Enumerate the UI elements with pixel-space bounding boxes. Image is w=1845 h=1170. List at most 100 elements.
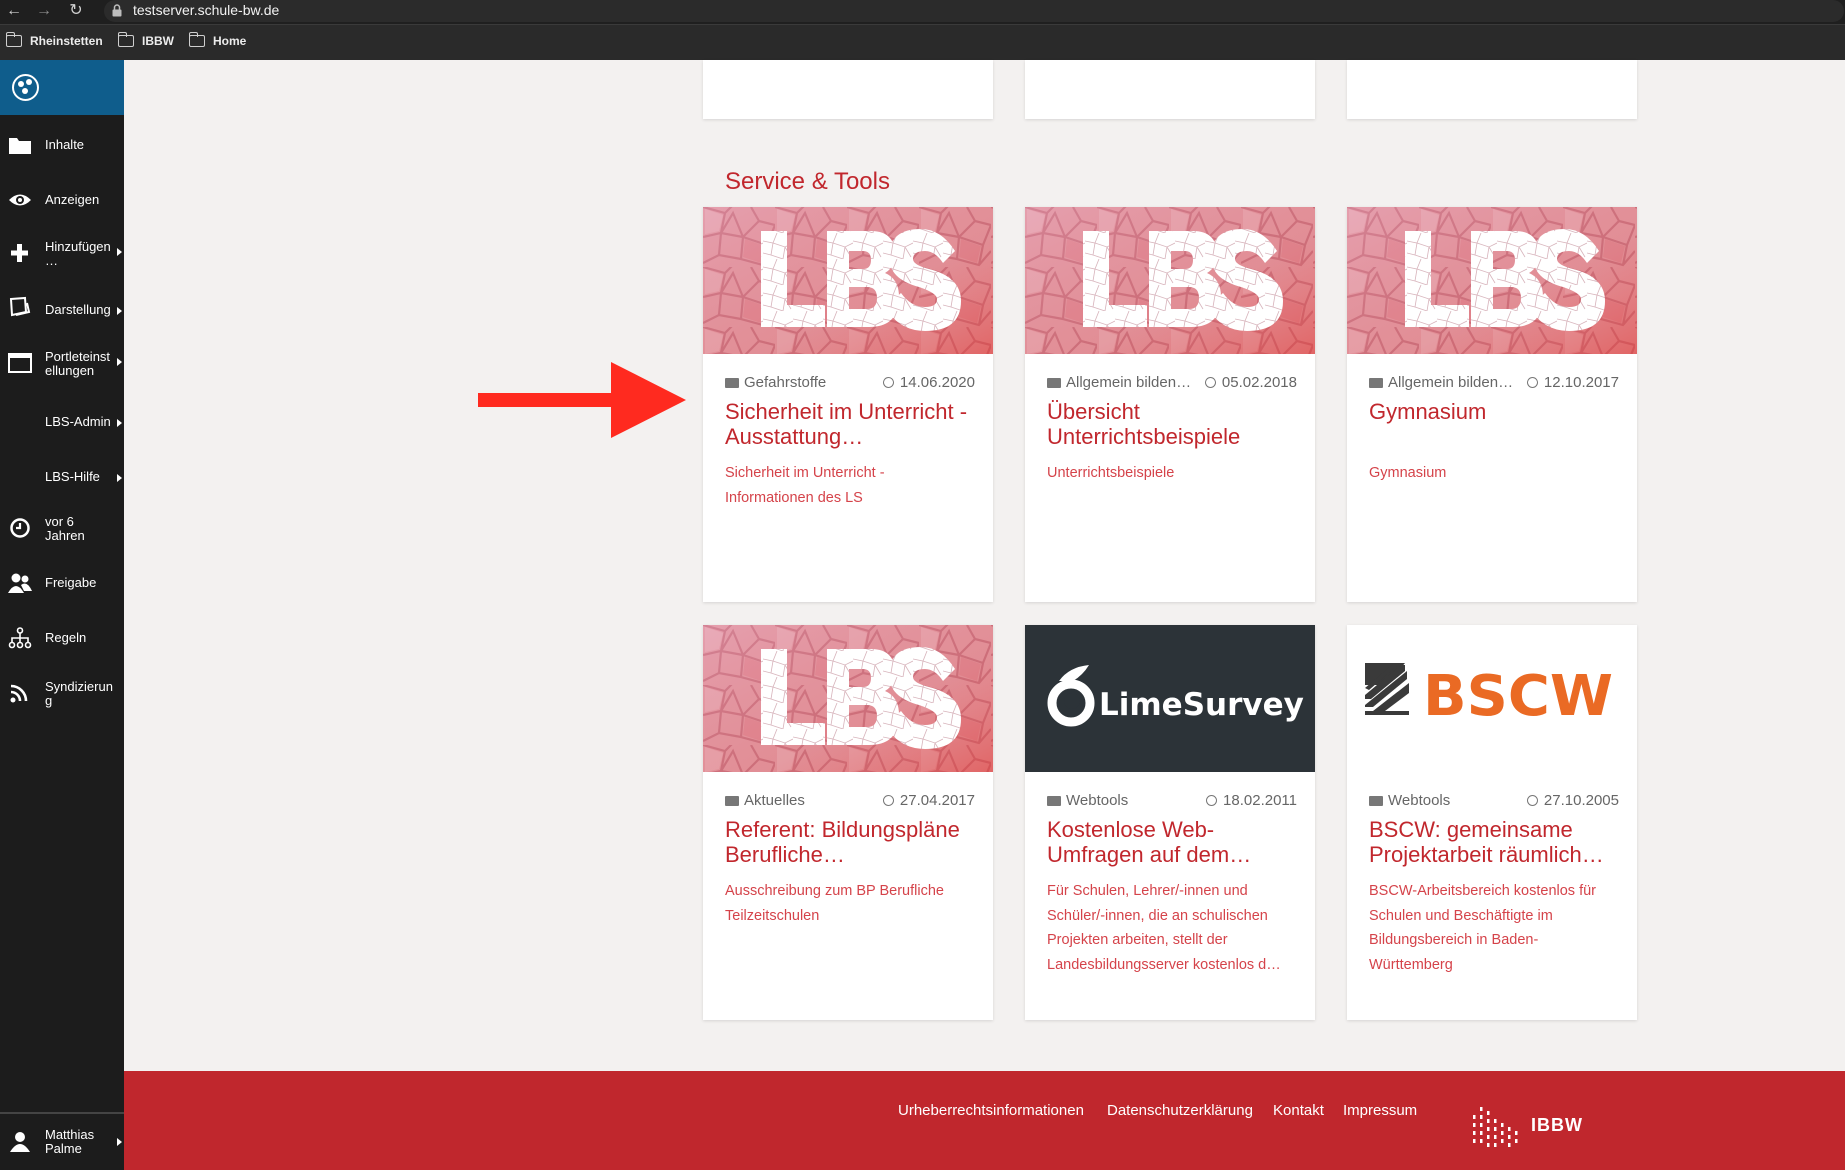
bookmark-rheinstetten[interactable]: Rheinstetten	[6, 32, 103, 48]
lbs-logo-image	[703, 207, 993, 354]
date-label: 12.10.2017	[1526, 374, 1619, 391]
toolbar-item-lbs-admin[interactable]: LBS-Admin	[0, 395, 124, 445]
toolbar-item-hinzufuegen[interactable]: Hinzufügen …	[0, 228, 124, 278]
annotation-arrow	[478, 362, 686, 438]
footer-link-urheberrecht[interactable]: Urheberrechtsinformationen	[898, 1102, 1084, 1119]
bookmark-ibbw[interactable]: IBBW	[118, 32, 174, 48]
toolbar-item-label: Syndizierun g	[45, 679, 113, 708]
ibbw-logo-text[interactable]: IBBW	[1531, 1115, 1583, 1136]
ibbw-logo-icon[interactable]	[1471, 1101, 1525, 1151]
toolbar-item-history[interactable]: vor 6 Jahren	[0, 505, 124, 555]
card-image-bscw[interactable]: BSCW	[1347, 625, 1637, 772]
card-image-lbs[interactable]	[1347, 207, 1637, 354]
card-image-lbs[interactable]	[1025, 207, 1315, 354]
card-title[interactable]: BSCW: gemeinsame Projektarbeit räumlich…	[1369, 817, 1619, 867]
forward-icon[interactable]: →	[34, 1, 54, 21]
limesurvey-logo-image: LimeSurvey	[1047, 665, 1304, 727]
footer-link-impressum[interactable]: Impressum	[1343, 1102, 1417, 1119]
card-item[interactable]: Allgemein bildend… 05.02.2018 Übersicht …	[1025, 207, 1315, 602]
browser-topbar: ← → ↻ testserver.schule-bw.de	[0, 0, 1845, 24]
card-title[interactable]: Referent: Bildungspläne Berufliche…	[725, 817, 975, 867]
category-label[interactable]: Allgemein bildend…	[1369, 374, 1519, 391]
plone-logo-icon	[12, 74, 39, 101]
bookmarks-bar: Rheinstetten IBBW Home	[0, 24, 1845, 60]
card-meta: Webtools 18.02.2011	[1047, 792, 1297, 810]
plone-toolbar: Inhalte Anzeigen Hinzufügen … Darstellun…	[0, 60, 124, 1170]
card-meta: Aktuelles 27.04.2017	[725, 792, 975, 810]
toolbar-item-label: Portleteinst ellungen	[45, 349, 111, 378]
card-item[interactable]: Allgemein bildend… 12.10.2017 Gymnasium …	[1347, 207, 1637, 602]
clock-icon	[10, 518, 30, 538]
site-footer: Urheberrechtsinformationen Datenschutzer…	[124, 1071, 1845, 1170]
bscw-logo-image: BSCW	[1365, 663, 1613, 729]
folder-icon	[189, 32, 205, 47]
card-title[interactable]: Sicherheit im Unterricht - Ausstattung…	[725, 399, 975, 449]
toolbar-item-label: LBS-Admin	[45, 414, 111, 429]
users-icon	[8, 573, 32, 593]
toolbar-logo[interactable]	[0, 60, 124, 115]
toolbar-item-label: LBS-Hilfe	[45, 469, 100, 484]
toolbar-item-label: Freigabe	[45, 575, 97, 590]
footer-link-datenschutz[interactable]: Datenschutzerklärung	[1107, 1102, 1253, 1119]
category-label[interactable]: Aktuelles	[725, 792, 805, 809]
user-name: Matthias Palme	[45, 1127, 95, 1156]
category-label[interactable]: Webtools	[1047, 792, 1128, 809]
card-previous[interactable]	[1347, 60, 1637, 119]
lbs-logo-image	[703, 625, 993, 772]
reload-icon[interactable]: ↻	[66, 1, 86, 21]
lock-icon	[112, 4, 122, 17]
category-label[interactable]: Gefahrstoffe	[725, 374, 826, 391]
folder-icon	[9, 138, 31, 154]
card-description: Ausschreibung zum BP Berufliche Teilzeit…	[725, 883, 944, 924]
lbs-logo-image	[1347, 207, 1637, 354]
date-label: 18.02.2011	[1206, 792, 1297, 809]
card-title[interactable]: Gymnasium	[1369, 399, 1619, 424]
eye-icon	[9, 194, 31, 206]
caret-right-icon	[117, 307, 122, 315]
card-image-lbs[interactable]	[703, 207, 993, 354]
toolbar-item-portleteinstellungen[interactable]: Portleteinst ellungen	[0, 340, 124, 390]
caret-right-icon	[117, 248, 122, 256]
category-label[interactable]: Webtools	[1369, 792, 1450, 809]
toolbar-item-darstellung[interactable]: Darstellung	[0, 283, 124, 333]
footer-link-kontakt[interactable]: Kontakt	[1273, 1102, 1324, 1119]
toolbar-item-regeln[interactable]: Regeln	[0, 615, 124, 665]
toolbar-item-anzeigen[interactable]: Anzeigen	[0, 173, 124, 223]
url-text[interactable]: testserver.schule-bw.de	[133, 2, 279, 18]
card-meta: Gefahrstoffe 14.06.2020	[725, 374, 975, 392]
toolbar-item-label: vor 6 Jahren	[45, 514, 85, 543]
date-label: 27.10.2005	[1526, 792, 1619, 809]
card-title[interactable]: Übersicht Unterrichtsbeispiele	[1047, 399, 1297, 449]
card-item[interactable]: BSCW Webtools 27.10.2005 BSCW: gemeinsam…	[1347, 625, 1637, 1020]
toolbar-item-freigabe[interactable]: Freigabe	[0, 560, 124, 610]
address-bar[interactable]	[104, 0, 1844, 22]
card-item[interactable]: Aktuelles 27.04.2017 Referent: Bildungsp…	[703, 625, 993, 1020]
category-label[interactable]: Allgemein bildend…	[1047, 374, 1197, 391]
card-title[interactable]: Kostenlose Web-Umfragen auf dem…	[1047, 817, 1297, 867]
toolbar-item-label: Regeln	[45, 630, 87, 645]
bookmark-label: IBBW	[142, 34, 174, 48]
lbs-logo-image	[1025, 207, 1315, 354]
plus-icon	[11, 244, 28, 262]
caret-right-icon	[117, 358, 122, 366]
toolbar-user-menu[interactable]: Matthias Palme	[0, 1112, 124, 1170]
toolbar-item-label: Inhalte	[45, 137, 85, 152]
user-icon	[10, 1132, 30, 1152]
toolbar-item-lbs-hilfe[interactable]: LBS-Hilfe	[0, 450, 124, 500]
card-previous[interactable]	[1025, 60, 1315, 119]
caret-right-icon	[117, 1138, 122, 1146]
card-item[interactable]: LimeSurvey Webtools 18.02.2011 Kostenlos…	[1025, 625, 1315, 1020]
toolbar-item-label: Darstellung	[45, 302, 111, 317]
card-image-lbs[interactable]	[703, 625, 993, 772]
back-icon[interactable]: ←	[4, 1, 24, 21]
card-item[interactable]: Gefahrstoffe 14.06.2020 Sicherheit im Un…	[703, 207, 993, 602]
bookmark-home[interactable]: Home	[189, 32, 246, 48]
date-label: 27.04.2017	[882, 792, 975, 809]
card-description: Unterrichtsbeispiele	[1047, 465, 1175, 481]
card-image-limesurvey[interactable]: LimeSurvey	[1025, 625, 1315, 772]
toolbar-item-inhalte[interactable]: Inhalte	[0, 118, 124, 168]
caret-right-icon	[117, 419, 122, 427]
card-previous[interactable]	[703, 60, 993, 119]
toolbar-item-syndizierung[interactable]: Syndizierun g	[0, 670, 124, 720]
toolbar-item-label: Hinzufügen …	[45, 239, 111, 268]
